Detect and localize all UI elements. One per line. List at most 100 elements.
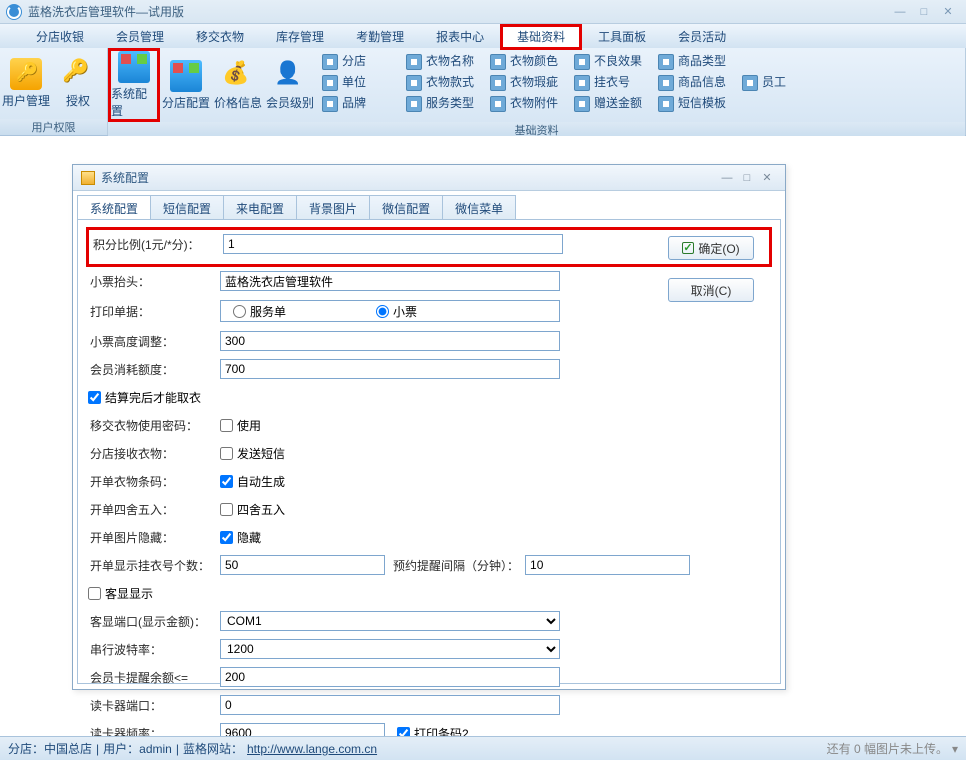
status-bar: 分店： 中国总店 | 用户： admin | 蓝格网站： http://www.… xyxy=(0,736,966,760)
list-icon xyxy=(490,75,506,91)
group-user-label: 用户权限 xyxy=(0,119,107,135)
status-site-link[interactable]: http://www.lange.com.cn xyxy=(247,742,377,756)
member-level-button[interactable]: 会员级别 xyxy=(264,48,316,122)
tab-sms[interactable]: 短信配置 xyxy=(150,195,224,219)
branch-config-label: 分店配置 xyxy=(162,94,210,111)
cust-port-select[interactable]: COM1 xyxy=(220,611,560,631)
remind-interval-label: 预约提醒间隔（分钟）： xyxy=(393,557,519,574)
tab-system[interactable]: 系统配置 xyxy=(77,195,151,219)
sbtn-branch[interactable]: 分店 xyxy=(322,52,396,71)
menu-handover[interactable]: 移交衣物 xyxy=(180,25,260,48)
minimize-button[interactable]: — xyxy=(888,4,912,20)
level-icon xyxy=(274,60,306,92)
balance-remind-input[interactable] xyxy=(220,667,560,687)
auth-icon xyxy=(62,58,94,90)
title-bar: 蓝格洗衣店管理软件—试用版 — □ ✕ xyxy=(0,0,966,24)
close-button[interactable]: ✕ xyxy=(936,4,960,20)
branch-receive-label: 分店接收衣物： xyxy=(88,445,220,462)
handover-pwd-checkbox[interactable]: 使用 xyxy=(220,417,261,434)
status-user-value: admin xyxy=(139,742,172,756)
points-ratio-label: 积分比例(1元/*分)： xyxy=(91,236,223,253)
ribbon: 用户管理 授权 用户权限 系统配置 分店配置 价格信息 会员级别 分店 衣物名称… xyxy=(0,48,966,136)
print-type-group: 服务单 小票 xyxy=(220,300,560,322)
dlg-minimize[interactable]: — xyxy=(717,172,737,184)
system-config-dialog: 系统配置 — □ ✕ 系统配置 短信配置 来电配置 背景图片 微信配置 微信菜单… xyxy=(72,164,786,690)
menu-attendance[interactable]: 考勤管理 xyxy=(340,25,420,48)
sbtn-unit[interactable]: 单位 xyxy=(322,73,396,92)
baud-select[interactable]: 1200 xyxy=(220,639,560,659)
round-label: 开单四舍五入： xyxy=(88,501,220,518)
user-manage-button[interactable]: 用户管理 xyxy=(0,48,52,119)
receipt-header-label: 小票抬头： xyxy=(88,273,220,290)
radio-receipt[interactable]: 小票 xyxy=(376,303,417,320)
menu-cashier[interactable]: 分店收银 xyxy=(20,25,100,48)
sbtn-defect[interactable]: 不良效果 xyxy=(574,52,648,71)
branch-config-button[interactable]: 分店配置 xyxy=(160,48,212,122)
sbtn-goods[interactable]: 商品信息 xyxy=(658,73,732,92)
tab-wechat[interactable]: 微信配置 xyxy=(369,195,443,219)
sbtn-style[interactable]: 衣物款式 xyxy=(406,73,480,92)
sbtn-gift[interactable]: 赠送金额 xyxy=(574,94,648,113)
sbtn-flaw[interactable]: 衣物瑕疵 xyxy=(490,73,564,92)
authorize-label: 授权 xyxy=(66,92,90,109)
sbtn-attach[interactable]: 衣物附件 xyxy=(490,94,564,113)
dlg-maximize[interactable]: □ xyxy=(737,172,757,184)
receipt-header-input[interactable] xyxy=(220,271,560,291)
list-icon xyxy=(574,54,590,70)
points-ratio-input[interactable] xyxy=(223,234,563,254)
sbtn-goodstype[interactable]: 商品类型 xyxy=(658,52,732,71)
menu-basic-data[interactable]: 基础资料 xyxy=(500,24,582,50)
list-icon xyxy=(658,75,674,91)
tab-call[interactable]: 来电配置 xyxy=(223,195,297,219)
dialog-tabs: 系统配置 短信配置 来电配置 背景图片 微信配置 微信菜单 xyxy=(73,191,785,219)
ok-button[interactable]: 确定(O) xyxy=(668,236,754,260)
system-config-button[interactable]: 系统配置 xyxy=(108,48,160,122)
branch-receive-checkbox[interactable]: 发送短信 xyxy=(220,445,285,462)
receipt-height-input[interactable] xyxy=(220,331,560,351)
sbtn-clothcolor[interactable]: 衣物颜色 xyxy=(490,52,564,71)
sbtn-brand[interactable]: 品牌 xyxy=(322,94,396,113)
maximize-button[interactable]: □ xyxy=(912,4,936,20)
menu-report[interactable]: 报表中心 xyxy=(420,25,500,48)
dlg-close[interactable]: ✕ xyxy=(757,171,777,184)
sbtn-clothname[interactable]: 衣物名称 xyxy=(406,52,480,71)
list-icon xyxy=(574,96,590,112)
list-icon xyxy=(490,96,506,112)
member-quota-input[interactable] xyxy=(220,359,560,379)
menu-tools[interactable]: 工具面板 xyxy=(582,25,662,48)
window-title: 蓝格洗衣店管理软件—试用版 xyxy=(28,3,184,20)
tab-wechat-menu[interactable]: 微信菜单 xyxy=(442,195,516,219)
price-info-button[interactable]: 价格信息 xyxy=(212,48,264,122)
cust-display-checkbox[interactable]: 客显显示 xyxy=(88,585,153,602)
sbtn-service[interactable]: 服务类型 xyxy=(406,94,480,113)
price-icon xyxy=(222,60,254,92)
work-area: 系统配置 — □ ✕ 系统配置 短信配置 来电配置 背景图片 微信配置 微信菜单… xyxy=(0,136,966,736)
cancel-button[interactable]: 取消(C) xyxy=(668,278,754,302)
sbtn-hanger[interactable]: 挂衣号 xyxy=(574,73,648,92)
hide-img-checkbox[interactable]: 隐藏 xyxy=(220,529,261,546)
balance-remind-label: 会员卡提醒余额<= xyxy=(88,669,220,686)
authorize-button[interactable]: 授权 xyxy=(52,48,104,119)
list-icon xyxy=(322,96,338,112)
menu-activity[interactable]: 会员活动 xyxy=(662,25,742,48)
hanger-count-input[interactable] xyxy=(220,555,385,575)
dialog-title-bar[interactable]: 系统配置 — □ ✕ xyxy=(73,165,785,191)
list-icon xyxy=(406,75,422,91)
round-checkbox[interactable]: 四舍五入 xyxy=(220,501,285,518)
list-icon xyxy=(574,75,590,91)
settle-before-checkbox[interactable]: 结算完后才能取衣 xyxy=(88,389,201,406)
member-quota-label: 会员消耗额度： xyxy=(88,361,220,378)
menu-member[interactable]: 会员管理 xyxy=(100,25,180,48)
radio-service[interactable]: 服务单 xyxy=(233,303,286,320)
sbtn-sms[interactable]: 短信模板 xyxy=(658,94,732,113)
hanger-count-label: 开单显示挂衣号个数： xyxy=(88,557,220,574)
reader-port-input[interactable] xyxy=(220,695,560,715)
menu-inventory[interactable]: 库存管理 xyxy=(260,25,340,48)
menu-bar: 分店收银 会员管理 移交衣物 库存管理 考勤管理 报表中心 基础资料 工具面板 … xyxy=(0,24,966,48)
barcode-label: 开单衣物条码： xyxy=(88,473,220,490)
sbtn-staff[interactable]: 员工 xyxy=(742,73,816,92)
barcode-checkbox[interactable]: 自动生成 xyxy=(220,473,285,490)
remind-interval-input[interactable] xyxy=(525,555,690,575)
tab-bg[interactable]: 背景图片 xyxy=(296,195,370,219)
print-type-label: 打印单据： xyxy=(88,303,220,320)
